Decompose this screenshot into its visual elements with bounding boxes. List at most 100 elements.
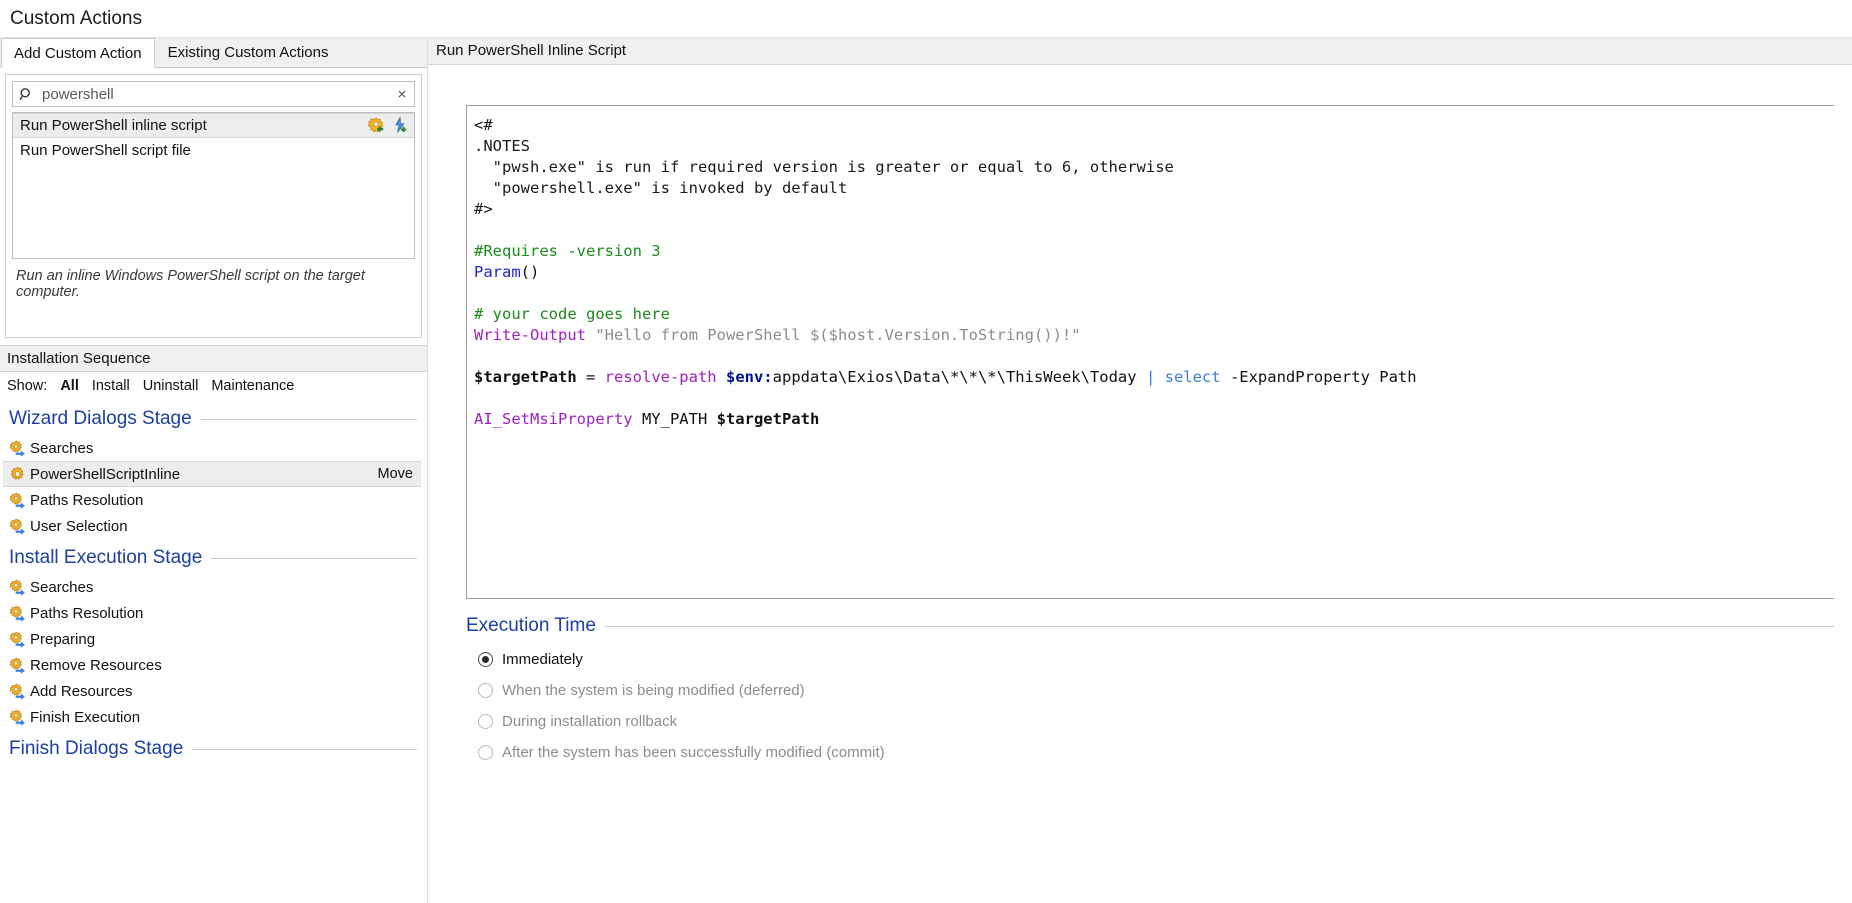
search-icon xyxy=(17,85,35,103)
row-actions xyxy=(365,115,414,136)
sequence-item-label: Add Resources xyxy=(30,682,133,700)
script-editor[interactable]: <# .NOTES "pwsh.exe" is run if required v… xyxy=(466,105,1834,599)
stage-header-wizard-dialogs: Wizard Dialogs Stage xyxy=(0,400,427,435)
stage-title-label: Install Execution Stage xyxy=(9,547,203,568)
code-line: $targetPath = resolve-path $env:appdata\… xyxy=(474,367,1834,388)
stage-title-label: Wizard Dialogs Stage xyxy=(9,408,192,429)
divider xyxy=(604,625,1834,627)
page-title: Custom Actions xyxy=(10,7,142,29)
stage-header-finish-dialogs: Finish Dialogs Stage xyxy=(0,730,427,765)
code-token: $targetPath xyxy=(716,410,820,428)
code-line: "powershell.exe" is invoked by default xyxy=(474,178,1834,199)
filter-maintenance[interactable]: Maintenance xyxy=(211,378,294,394)
gear-arrow-icon xyxy=(8,439,26,457)
list-item[interactable]: Run PowerShell inline script xyxy=(13,113,414,138)
add-custom-action-with-properties-icon[interactable] xyxy=(389,115,411,136)
filter-install[interactable]: Install xyxy=(92,378,130,394)
sequence-item-powershellscriptinline[interactable]: PowerShellScriptInline Move xyxy=(3,461,421,487)
code-token: select xyxy=(1164,368,1221,386)
sequence-item-label: Preparing xyxy=(30,630,96,648)
code-token: #Requires -version 3 xyxy=(474,242,661,260)
left-pane: Add Custom Action Existing Custom Action… xyxy=(0,38,428,903)
code-line: .NOTES xyxy=(474,136,1834,157)
radio-label: After the system has been successfully m… xyxy=(502,744,885,761)
radio-row-deferred[interactable]: When the system is being modified (defer… xyxy=(466,682,1834,699)
radio-row-rollback[interactable]: During installation rollback xyxy=(466,713,1834,730)
code-line: #Requires -version 3 xyxy=(474,241,1834,262)
code-token: Param xyxy=(474,263,521,281)
radio-commit[interactable] xyxy=(478,745,493,760)
show-label: Show: xyxy=(7,378,48,394)
sequence-item-finish-execution[interactable]: Finish Execution xyxy=(0,704,427,730)
sequence-item-label: Searches xyxy=(30,439,94,457)
gear-arrow-icon xyxy=(8,630,26,648)
code-token: -ExpandProperty Path xyxy=(1220,368,1417,386)
code-token: () xyxy=(520,263,540,281)
clear-search-icon[interactable]: × xyxy=(394,86,410,103)
tab-existing-custom-actions[interactable]: Existing Custom Actions xyxy=(155,37,342,67)
code-token: #> xyxy=(474,200,493,218)
sequence-item-searches-install[interactable]: Searches xyxy=(0,574,427,600)
move-button[interactable]: Move xyxy=(378,466,421,482)
sequence-item-paths-resolution-install[interactable]: Paths Resolution xyxy=(0,600,427,626)
code-line: "pwsh.exe" is run if required version is… xyxy=(474,157,1834,178)
search-results-list[interactable]: Run PowerShell inline script Run PowerSh… xyxy=(12,112,415,259)
code-token: $targetPath xyxy=(474,368,577,386)
code-token: <# xyxy=(474,116,493,134)
code-token: $env: xyxy=(725,368,773,386)
sequence-item-label: User Selection xyxy=(30,517,128,535)
sequence-item-searches[interactable]: Searches xyxy=(0,435,427,461)
right-pane: Run PowerShell Inline Script <# .NOTES "p… xyxy=(428,38,1852,903)
radio-row-commit[interactable]: After the system has been successfully m… xyxy=(466,744,1834,761)
stage-header-install-execution: Install Execution Stage xyxy=(0,539,427,574)
radio-rollback[interactable] xyxy=(478,714,493,729)
stage-title-label: Finish Dialogs Stage xyxy=(9,738,184,759)
filter-uninstall[interactable]: Uninstall xyxy=(143,378,199,394)
sequence-item-label: Finish Execution xyxy=(30,708,141,726)
gear-arrow-icon xyxy=(8,578,26,596)
radio-row-immediately[interactable]: Immediately xyxy=(466,651,1834,668)
sequence-item-add-resources[interactable]: Add Resources xyxy=(0,678,427,704)
sequence-item-preparing[interactable]: Preparing xyxy=(0,626,427,652)
gear-arrow-icon xyxy=(8,491,26,509)
search-input[interactable]: powershell xyxy=(35,86,394,103)
divider xyxy=(211,557,417,559)
radio-label: Immediately xyxy=(502,651,583,668)
code-token: .NOTES xyxy=(474,137,530,155)
detail-header: Run PowerShell Inline Script xyxy=(428,38,1852,65)
sequence-item-user-selection[interactable]: User Selection xyxy=(0,513,427,539)
code-line: #> xyxy=(474,199,1834,220)
code-token: AI_SetMsiProperty xyxy=(474,410,633,428)
execution-time-header: Execution Time xyxy=(466,615,1834,637)
search-box[interactable]: powershell × xyxy=(12,81,415,107)
show-filter-bar: Show: All Install Uninstall Maintenance xyxy=(0,372,427,400)
main-split: Add Custom Action Existing Custom Action… xyxy=(0,38,1852,903)
gear-icon xyxy=(8,465,26,483)
add-custom-action-icon[interactable] xyxy=(365,115,387,136)
tab-add-custom-action-label: Add Custom Action xyxy=(14,45,142,62)
divider xyxy=(200,418,417,420)
gear-arrow-icon xyxy=(8,682,26,700)
sequence-item-remove-resources[interactable]: Remove Resources xyxy=(0,652,427,678)
code-token: "Hello from PowerShell $($host.Version.T… xyxy=(585,326,1081,344)
radio-immediately[interactable] xyxy=(478,652,493,667)
sequence-item-paths-resolution[interactable]: Paths Resolution xyxy=(0,487,427,513)
divider xyxy=(192,748,417,750)
sequence-item-label: Paths Resolution xyxy=(30,491,144,509)
radio-label: When the system is being modified (defer… xyxy=(502,682,805,699)
add-custom-action-panel: powershell × Run PowerShell inline scrip… xyxy=(5,74,422,338)
gear-arrow-icon xyxy=(8,517,26,535)
tab-add-custom-action[interactable]: Add Custom Action xyxy=(1,38,155,68)
script-editor-content[interactable]: <# .NOTES "pwsh.exe" is run if required v… xyxy=(467,106,1834,430)
list-item[interactable]: Run PowerShell script file xyxy=(13,138,414,163)
filter-all[interactable]: All xyxy=(60,378,79,394)
gear-arrow-icon xyxy=(8,708,26,726)
sequence-tree[interactable]: Wizard Dialogs Stage Searches PowerShell… xyxy=(0,400,427,903)
radio-deferred[interactable] xyxy=(478,683,493,698)
code-line: <# xyxy=(474,115,1834,136)
code-token: "powershell.exe" is invoked by default xyxy=(474,179,848,197)
